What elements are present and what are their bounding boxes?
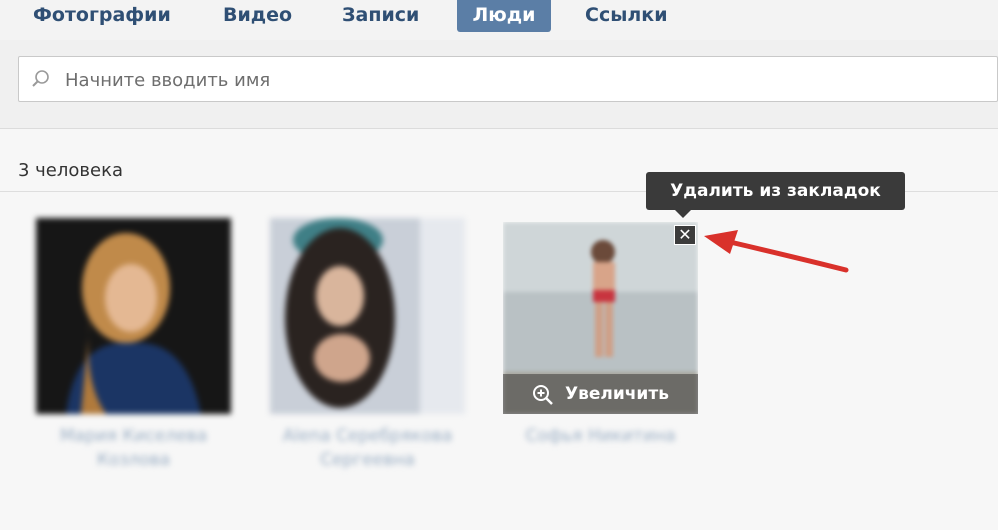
person-photo[interactable] xyxy=(36,218,231,414)
annotation-arrow-icon xyxy=(704,230,849,273)
tab-posts[interactable]: Записи xyxy=(331,0,430,32)
person-card[interactable]: ✕ Увеличить Софья Никитина xyxy=(503,222,698,448)
search-box[interactable] xyxy=(18,56,998,103)
tab-photos[interactable]: Фотографии xyxy=(22,0,182,32)
tab-video[interactable]: Видео xyxy=(212,0,303,32)
search-input[interactable] xyxy=(63,57,967,103)
results-count: 3 человека xyxy=(18,160,123,181)
person-card[interactable]: Alena Серебрякова Сергеевна xyxy=(270,218,465,472)
person-card[interactable]: Мария Киселева Козлова xyxy=(36,218,231,472)
search-icon xyxy=(32,70,49,87)
zoom-button[interactable]: Увеличить xyxy=(503,374,698,414)
person-name[interactable]: Alena Серебрякова Сергеевна xyxy=(270,424,465,472)
remove-bookmark-button[interactable]: ✕ xyxy=(674,225,696,245)
person-photo[interactable] xyxy=(270,218,465,414)
tooltip-tail xyxy=(675,210,691,218)
person-name[interactable]: Софья Никитина xyxy=(503,424,698,448)
person-photo[interactable]: ✕ Увеличить xyxy=(503,222,698,414)
section-tabs: Фотографии Видео Записи Люди Ссылки xyxy=(0,0,998,40)
zoom-label: Увеличить xyxy=(565,384,669,404)
tab-people[interactable]: Люди xyxy=(457,0,551,32)
search-area xyxy=(0,40,998,129)
tab-links[interactable]: Ссылки xyxy=(574,0,679,32)
tooltip: Удалить из закладок xyxy=(646,172,905,210)
person-name[interactable]: Мария Киселева Козлова xyxy=(36,424,231,472)
zoom-in-icon xyxy=(533,385,553,405)
